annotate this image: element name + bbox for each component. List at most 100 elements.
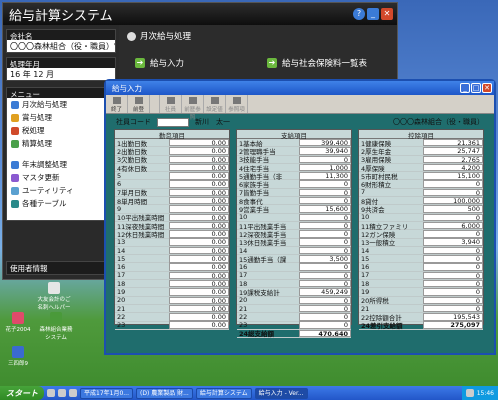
row-value-field[interactable]: 100,000 xyxy=(423,196,483,205)
row-value-field[interactable]: 0 xyxy=(299,263,351,271)
row-value-field[interactable]: 399,400 xyxy=(299,138,351,147)
menu-item-settlement[interactable]: 精算処理 xyxy=(7,137,115,150)
row-value-field[interactable]: 0.00 xyxy=(169,271,229,280)
menu-item-utility[interactable]: ユーティリティ xyxy=(7,184,115,197)
row-value-field[interactable]: 11,300 xyxy=(299,172,351,180)
row-value-field[interactable]: 0 xyxy=(423,271,483,280)
row-value-field[interactable]: 0 xyxy=(423,288,483,296)
row-value-field[interactable]: 0 xyxy=(423,213,483,222)
row-value-field[interactable]: 0.00 xyxy=(169,188,229,197)
row-value-field[interactable]: 0.00 xyxy=(169,205,229,213)
row-value-field[interactable]: 0 xyxy=(299,221,351,230)
row-value-field[interactable]: 0 xyxy=(299,155,351,163)
row-value-field[interactable]: 0 xyxy=(299,246,351,255)
row-value-field[interactable]: 0 xyxy=(299,271,351,280)
row-value-field[interactable]: 0.00 xyxy=(169,230,229,238)
row-value-field[interactable]: 0.00 xyxy=(169,263,229,271)
menu-item-year-end[interactable]: 年末調整処理 xyxy=(7,158,115,171)
row-value-field[interactable]: 0 xyxy=(299,304,351,313)
desktop-icon-namecard[interactable]: 大友会計のご 名刺ヘルパー xyxy=(36,282,72,311)
previous-button[interactable]: 前登 xyxy=(128,95,150,113)
row-value-field[interactable]: 0.00 xyxy=(169,238,229,246)
row-value-field[interactable]: 0.00 xyxy=(169,304,229,313)
desktop-icon-hanako[interactable]: 花子2004 xyxy=(0,312,36,333)
row-value-field[interactable]: 0 xyxy=(423,246,483,255)
row-value-field[interactable]: 0.00 xyxy=(169,196,229,205)
row-value-field[interactable]: 4,200 xyxy=(423,163,483,172)
employee-button[interactable]: 社員 xyxy=(160,95,182,113)
row-value-field[interactable]: 0 xyxy=(423,304,483,313)
row-value-field[interactable]: 0 xyxy=(423,263,483,271)
menu-item-master[interactable]: マスタ更新 xyxy=(7,171,115,184)
row-value-field[interactable]: 0.00 xyxy=(169,279,229,288)
row-value-field[interactable]: 0.00 xyxy=(169,180,229,188)
close-button[interactable]: ✕ xyxy=(381,8,393,20)
row-value-field[interactable]: 25,747 xyxy=(423,147,483,155)
row-value-field[interactable]: 0.00 xyxy=(169,147,229,155)
menu-item-monthly[interactable]: 月次給与処理 xyxy=(7,98,115,111)
row-value-field[interactable]: 0.00 xyxy=(169,213,229,222)
help-icon[interactable]: ? xyxy=(353,8,365,20)
row-value-field[interactable]: 0 xyxy=(423,296,483,305)
desktop-icon-forest-system[interactable]: 森林組合業務 システム xyxy=(38,312,74,341)
menu-item-tax[interactable]: 税処理 xyxy=(7,124,115,137)
task-button-1[interactable]: 平成17年1月0... xyxy=(80,387,133,399)
row-value-field[interactable]: 0 xyxy=(423,230,483,238)
employee-code-input[interactable] xyxy=(157,117,189,127)
minimize-button[interactable]: _ xyxy=(460,83,470,93)
row-value-field[interactable]: 0.00 xyxy=(169,221,229,230)
row-value-field[interactable]: 0 xyxy=(299,196,351,205)
task-button-2[interactable]: (D) 農業製品 財... xyxy=(136,387,193,399)
insurance-list-link[interactable]: ➔ 給与社会保険料一覧表 xyxy=(267,57,367,69)
row-value-field[interactable]: 15,600 xyxy=(299,205,351,213)
row-value-field[interactable]: 39,940 xyxy=(299,147,351,155)
row-value-field[interactable]: 0 xyxy=(299,188,351,197)
row-value-field[interactable]: 6,000 xyxy=(423,221,483,230)
row-value-field[interactable]: 1,000 xyxy=(299,163,351,172)
row-value-field[interactable]: 0 xyxy=(423,188,483,197)
row-value-field[interactable]: 0 xyxy=(299,313,351,321)
row-value-field[interactable]: 0 xyxy=(299,296,351,305)
row-value-field[interactable]: 15,100 xyxy=(423,172,483,180)
row-value-field[interactable]: 459,249 xyxy=(299,288,351,296)
row-value-field[interactable]: 21,361 xyxy=(423,138,483,147)
task-button-4[interactable]: 給与入力 - Ver... xyxy=(254,387,308,399)
media-icon[interactable] xyxy=(58,389,66,397)
row-value-field[interactable]: 500 xyxy=(423,205,483,213)
history-button[interactable]: 前歴参照 xyxy=(182,95,204,121)
row-value-field[interactable]: 0 xyxy=(299,321,351,329)
maximize-button[interactable]: □ xyxy=(471,83,481,93)
desktop-icon[interactable] xyxy=(69,389,77,397)
row-value-field[interactable]: 0 xyxy=(423,255,483,263)
ie-icon[interactable] xyxy=(47,389,55,397)
company-select[interactable]: 〇〇〇森林組合（役・職員）▼ xyxy=(7,40,115,52)
settings-button[interactable]: 設定値 xyxy=(204,95,226,113)
row-value-field[interactable]: 0.00 xyxy=(169,246,229,255)
row-value-field[interactable]: 0 xyxy=(423,279,483,288)
row-value-field[interactable]: 2,765 xyxy=(423,155,483,163)
row-value-field[interactable]: 0.00 xyxy=(169,321,229,329)
row-value-field[interactable]: 0.00 xyxy=(169,155,229,163)
tray-icon[interactable] xyxy=(465,389,474,397)
row-value-field[interactable]: 0 xyxy=(299,213,351,222)
row-value-field[interactable]: 195,543 xyxy=(423,313,483,321)
reference-button[interactable]: 参照項 xyxy=(226,95,248,113)
exit-button[interactable]: 終了 xyxy=(106,95,128,113)
row-value-field[interactable]: 0.00 xyxy=(169,138,229,147)
close-button[interactable]: ✕ xyxy=(482,83,492,93)
desktop-icon-sanshiro[interactable]: 三四郎9 xyxy=(0,346,36,367)
payroll-entry-link[interactable]: ➔ 給与入力 xyxy=(135,57,184,69)
row-value-field[interactable]: 0.00 xyxy=(169,313,229,321)
row-value-field[interactable]: 0.00 xyxy=(169,172,229,180)
row-value-field[interactable]: 0 xyxy=(299,230,351,238)
row-value-field[interactable]: 0 xyxy=(299,180,351,188)
row-value-field[interactable]: 0.00 xyxy=(169,288,229,296)
row-value-field[interactable]: 3,940 xyxy=(423,238,483,246)
start-button[interactable]: スタート xyxy=(0,386,44,400)
chevron-down-icon[interactable]: ▼ xyxy=(114,42,115,50)
row-value-field[interactable]: 0.00 xyxy=(169,255,229,263)
minimize-button[interactable]: _ xyxy=(367,8,379,20)
task-button-3[interactable]: 給与計算システム xyxy=(195,387,252,399)
row-value-field[interactable]: 3,500 xyxy=(299,255,351,263)
row-value-field[interactable]: 0.00 xyxy=(169,296,229,305)
